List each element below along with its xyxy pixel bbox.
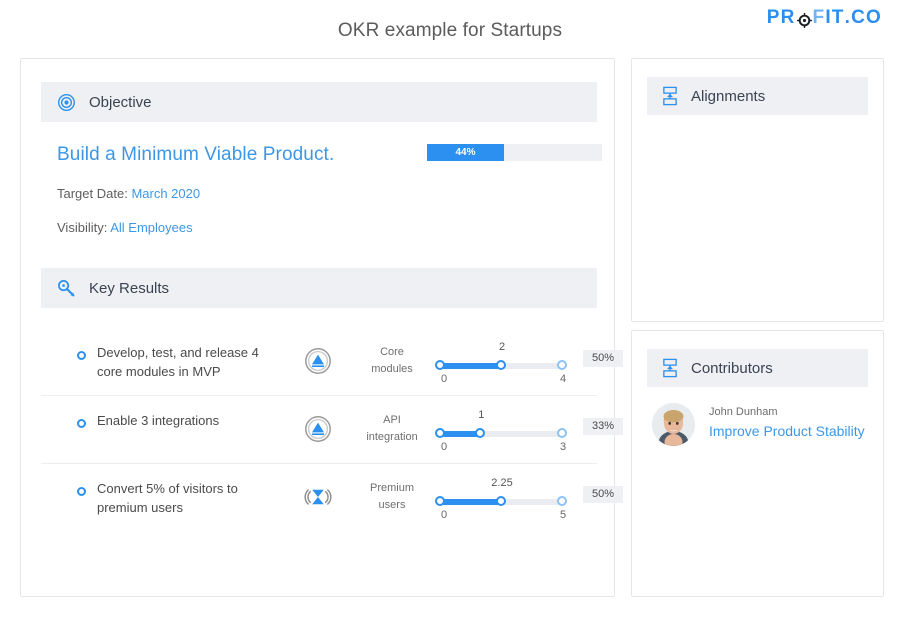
increase-triangle-icon [303,414,333,444]
objective-section-header: Objective [41,82,597,122]
slider-knob-end[interactable] [557,428,567,438]
key-result-metric-line1: Core [380,346,404,358]
avatar [652,403,695,446]
key-result-metric-line1: Premium [369,482,414,494]
key-result-metric-line2: modules [371,363,413,375]
key-result-metric-line1: API [383,414,401,426]
slider-current-value: 2 [498,341,506,353]
key-results-section-label: Key Results [89,279,170,297]
slider-knob-start[interactable] [435,496,445,506]
logo-text-f: F [812,7,826,28]
percentage-hourglass-icon [303,482,333,512]
key-icon [57,279,76,298]
key-result-bullet-icon [77,487,86,496]
objective-section-label: Objective [89,93,152,111]
contributor-objective-link[interactable]: Improve Product Stability [709,423,865,439]
key-result-metric: API integration [349,412,435,446]
key-results-section-header: Key Results [41,268,597,308]
slider-min-value: 0 [441,509,448,521]
key-result-bullet-icon [77,351,86,360]
visibility-value[interactable]: All Employees [110,220,192,235]
slider-min-value: 0 [441,373,448,385]
logo-text-pr: PR [766,7,796,28]
logo-text-it: IT [825,7,845,28]
slider-current-value: 2.25 [491,477,513,489]
profit-co-logo: PR F IT . CO [767,7,882,29]
target-date-label: Target Date: [57,186,128,201]
key-result-percent-badge: 33% [583,418,623,435]
key-result-metric-line2: integration [366,431,418,443]
list-item[interactable]: John Dunham Improve Product Stability [647,401,872,449]
visibility-row: Visibility: All Employees [57,220,193,235]
target-icon [57,93,76,112]
alignments-section-label: Alignments [691,87,766,105]
table-row[interactable]: Develop, test, and release 4 core module… [41,327,623,396]
key-result-slider[interactable]: 2 0 4 [435,341,567,385]
slider-knob-current[interactable] [496,360,506,370]
slider-knob-end[interactable] [557,496,567,506]
okr-page: OKR example for Startups PR F IT . CO Ob… [0,0,900,623]
key-result-metric: Core modules [349,344,435,378]
key-result-text: Enable 3 integrations [97,413,220,428]
contributors-section-header: Contributors [647,349,868,387]
target-icon [796,12,812,28]
slider-knob-end[interactable] [557,360,567,370]
key-result-slider[interactable]: 1 0 3 [435,409,567,453]
table-row[interactable]: Enable 3 integrations API integration 1 … [41,395,623,464]
slider-knob-start[interactable] [435,360,445,370]
page-title: OKR example for Startups [337,20,563,41]
key-result-percent-badge: 50% [583,350,623,367]
slider-fill [441,363,502,369]
table-row[interactable]: Convert 5% of visitors to premium users … [41,463,623,531]
slider-max-value: 5 [559,509,567,521]
contributors-section-label: Contributors [691,359,773,377]
key-result-slider[interactable]: 2.25 0 5 [435,477,567,521]
logo-text-co: CO [851,7,882,28]
key-result-percent-badge: 50% [583,486,623,503]
contributors-card: Contributors John Dunham Improve Product… [631,330,884,597]
alignments-section-header: Alignments [647,77,868,115]
slider-max-value: 4 [559,373,567,385]
slider-max-value: 3 [559,441,567,453]
alignment-icon [661,86,679,106]
objective-progress-fill: 44% [427,144,504,161]
key-result-text: Convert 5% of visitors to premium users [97,481,238,515]
key-result-text: Develop, test, and release 4 core module… [97,345,259,379]
objective-card: Objective Build a Minimum Viable Product… [20,58,623,597]
visibility-label: Visibility: [57,220,108,235]
key-result-bullet-icon [77,419,86,428]
slider-fill [441,499,502,505]
alignment-icon [661,358,679,378]
slider-knob-current[interactable] [496,496,506,506]
objective-progress-label: 44% [455,147,476,158]
key-result-metric: Premium users [349,480,435,514]
key-result-metric-line2: users [378,499,406,511]
increase-triangle-icon [303,346,333,376]
slider-current-value: 1 [478,409,485,421]
contributor-name: John Dunham [709,406,778,418]
slider-knob-start[interactable] [435,428,445,438]
alignments-card: Alignments [631,58,884,322]
objective-title: Build a Minimum Viable Product. [57,144,335,165]
slider-min-value: 0 [441,441,448,453]
target-date-row: Target Date: March 2020 [57,186,200,201]
target-date-value[interactable]: March 2020 [131,186,200,201]
objective-progress-bar: 44% [427,144,602,161]
